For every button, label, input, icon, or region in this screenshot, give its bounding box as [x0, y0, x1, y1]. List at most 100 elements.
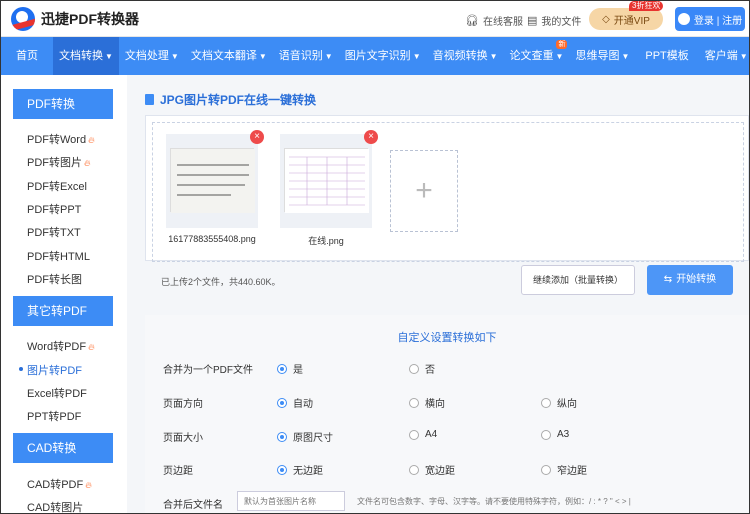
user-icon	[677, 13, 690, 25]
sidebar-item-cad-pdf[interactable]: CAD转PDF 🔥︎	[27, 476, 92, 492]
caret-down-icon: ▼	[170, 52, 179, 61]
sidebar-item-label: Excel转PDF	[27, 388, 87, 400]
merge-yes-radio[interactable]: 是	[277, 361, 303, 376]
document-icon: ▤	[527, 15, 538, 27]
radio-icon	[277, 397, 287, 408]
size-a3-radio[interactable]: A3	[541, 429, 569, 440]
radio-label: 无边距	[293, 466, 323, 477]
top-bar: 迅捷PDF转换器 🎧︎ 在线客服 ▤ 我的文件 ◇ 开通VIP 3折狂欢 登录 …	[1, 1, 749, 37]
radio-label: 窄边距	[557, 466, 587, 477]
headset-icon: 🎧︎	[465, 15, 479, 27]
sidebar-item-image-pdf[interactable]: 图片转PDF	[19, 362, 82, 378]
remove-file-icon[interactable]: ×	[364, 130, 378, 144]
radio-label: 自动	[293, 399, 313, 410]
start-convert-button[interactable]: ⇆ 开始转换	[647, 265, 733, 295]
margin-label: 页边距	[163, 466, 193, 477]
sidebar-item-pdf-html[interactable]: PDF转HTML	[27, 248, 90, 264]
sidebar-item-pdf-excel[interactable]: PDF转Excel	[27, 178, 87, 194]
sidebar-item-word-pdf[interactable]: Word转PDF 🔥︎	[27, 338, 95, 354]
nav-label: 论文查重	[509, 50, 554, 62]
size-a4-radio[interactable]: A4	[409, 429, 437, 440]
sidebar-item-label: PDF转TXT	[27, 227, 81, 239]
nav-label: 首页	[16, 50, 38, 62]
login-button[interactable]: 登录 | 注册	[675, 7, 745, 31]
service-link[interactable]: 🎧︎ 在线客服	[465, 13, 523, 28]
sidebar-head-pdf[interactable]: PDF转换	[13, 89, 113, 119]
size-original-radio[interactable]: 原图尺寸	[277, 429, 333, 444]
nav-doc-convert[interactable]: 文档转换 ▼	[53, 37, 119, 75]
caret-down-icon: ▼	[258, 52, 267, 61]
margin-narrow-radio[interactable]: 窄边距	[541, 462, 587, 477]
nav-label: 语音识别	[278, 50, 323, 62]
radio-label: A4	[425, 429, 438, 440]
file-icon	[145, 94, 154, 105]
nav-ppt[interactable]: PPT模板	[635, 37, 698, 75]
sidebar-item-pdf-longimage[interactable]: PDF转长图	[27, 271, 82, 287]
nav-translate[interactable]: 文档文本翻译 ▼	[185, 37, 273, 75]
filename-hint: 文件名可包含数字、字母、汉字等。请不要使用特殊字符，例如：/ : * ? " <…	[357, 497, 631, 506]
radio-label: 宽边距	[425, 466, 455, 477]
sidebar-item-label: CAD转图片	[27, 502, 84, 514]
logo-text: 迅捷PDF转换器	[41, 11, 139, 27]
add-file-button[interactable]: +	[390, 150, 458, 232]
radio-icon	[409, 429, 419, 440]
filename-input[interactable]	[237, 491, 345, 511]
settings-title: 自定义设置转换如下	[397, 332, 497, 344]
sidebar-item-ppt-pdf[interactable]: PPT转PDF	[27, 408, 81, 424]
orientation-landscape-radio[interactable]: 横向	[409, 395, 445, 410]
nav-speech[interactable]: 语音识别 ▼	[273, 37, 339, 75]
sidebar-item-excel-pdf[interactable]: Excel转PDF	[27, 385, 87, 401]
docs-link[interactable]: ▤ 我的文件	[527, 13, 581, 28]
login-label: 登录 | 注册	[693, 15, 743, 27]
nav-paper-check[interactable]: 论文查重 ▼ 新	[504, 37, 570, 75]
nav-client[interactable]: 客户端 ▼	[699, 37, 749, 75]
sidebar-head-topdf[interactable]: 其它转PDF	[13, 296, 113, 326]
nav-doc-process[interactable]: 文档处理 ▼	[119, 37, 185, 75]
nav-media[interactable]: 音视频转换 ▼	[427, 37, 504, 75]
orientation-auto-radio[interactable]: 自动	[277, 395, 313, 410]
nav-label: 文档文本翻译	[190, 50, 257, 62]
sidebar-item-label: PPT转PDF	[27, 411, 82, 423]
vip-label: 开通VIP	[613, 15, 650, 27]
nav-home[interactable]: 首页	[1, 37, 53, 75]
sidebar-item-pdf-txt[interactable]: PDF转TXT	[27, 224, 81, 240]
vip-promo-badge: 3折狂欢	[629, 1, 664, 11]
margin-wide-radio[interactable]: 宽边距	[409, 462, 455, 477]
vip-button[interactable]: ◇ 开通VIP	[589, 8, 663, 30]
nav-label: 文档处理	[124, 50, 169, 62]
sidebar: PDF转换 PDF转Word 🔥︎ PDF转图片 🔥︎ PDF转Excel PDF转…	[1, 75, 127, 514]
file-thumb	[280, 134, 372, 228]
sidebar-head-cad[interactable]: CAD转换	[13, 433, 113, 463]
logo[interactable]: 迅捷PDF转换器	[11, 7, 139, 31]
nav-label: PPT模板	[645, 50, 689, 62]
margin-none-radio[interactable]: 无边距	[277, 462, 323, 477]
remove-file-icon[interactable]: ×	[250, 130, 264, 144]
convert-icon: ⇆	[663, 274, 673, 285]
radio-label: 否	[425, 365, 435, 376]
radio-icon	[409, 397, 419, 408]
sidebar-item-pdf-image[interactable]: PDF转图片 🔥︎	[27, 154, 91, 170]
orientation-portrait-radio[interactable]: 纵向	[541, 395, 577, 410]
service-label: 在线客服	[482, 17, 523, 28]
file-name: 在线.png	[308, 236, 344, 246]
fire-icon: 🔥︎	[88, 342, 95, 352]
orientation-label: 页面方向	[163, 399, 203, 410]
sidebar-item-cad-image[interactable]: CAD转图片	[27, 499, 84, 514]
sidebar-item-label: Word转PDF	[27, 341, 87, 353]
new-badge: 新	[556, 40, 568, 49]
nav-mindmap[interactable]: 思维导图 ▼	[569, 37, 635, 75]
sidebar-item-pdf-word[interactable]: PDF转Word 🔥︎	[27, 131, 95, 147]
app-frame: 迅捷PDF转换器 🎧︎ 在线客服 ▤ 我的文件 ◇ 开通VIP 3折狂欢 登录 …	[0, 0, 750, 514]
merge-no-radio[interactable]: 否	[409, 361, 435, 376]
active-dot-icon	[19, 367, 23, 371]
nav-ocr[interactable]: 图片文字识别 ▼	[339, 37, 427, 75]
main-content: JPG图片转PDF在线一键转换 × 16177883555408.png × 在…	[127, 75, 749, 513]
file-name: 16177883555408.png	[168, 234, 256, 244]
thumbnail-image	[284, 148, 369, 213]
continue-add-button[interactable]: 继续添加（批量转换）	[521, 265, 635, 295]
radio-label: 纵向	[557, 399, 577, 410]
settings-panel: 自定义设置转换如下 合并为一个PDF文件 是 否 页面方向 自动 横向 纵向 页…	[145, 315, 749, 513]
radio-label: A3	[557, 429, 570, 440]
caret-down-icon: ▼	[324, 52, 333, 61]
sidebar-item-pdf-ppt[interactable]: PDF转PPT	[27, 201, 81, 217]
